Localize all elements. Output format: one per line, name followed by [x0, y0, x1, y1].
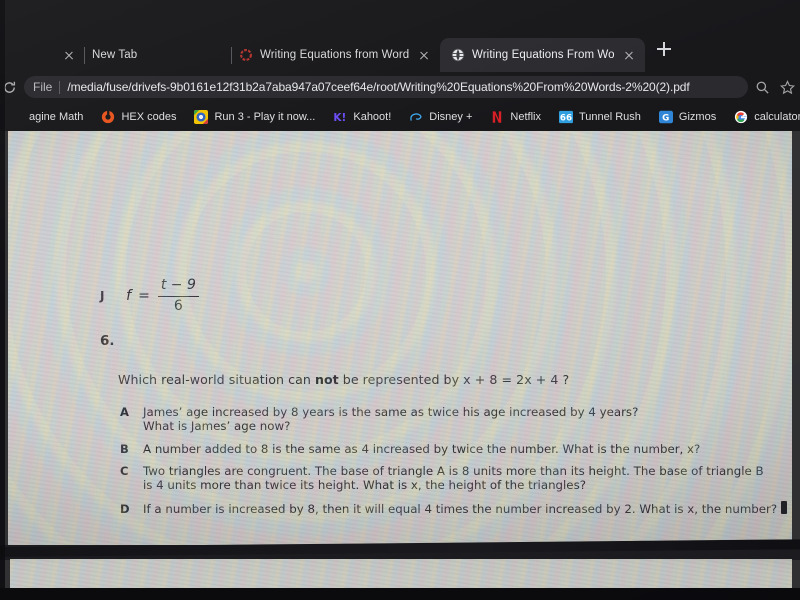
url-text: /media/fuse/drivefs-9b0161e12f31b2a7aba9… [67, 80, 690, 94]
choice-letter: A [120, 405, 129, 419]
svg-text:66: 66 [560, 114, 572, 124]
answer-choice-d: D If a number is increased by 8, then it… [120, 502, 778, 517]
tab-title: New Tab [92, 49, 138, 61]
omnibox-actions [755, 79, 800, 95]
equation-letter: J [100, 289, 105, 304]
choice-letter: B [120, 442, 129, 456]
browser-window: New Tab Writing Equations from Word Pr W… [0, 0, 800, 133]
tab-title: Writing Equations from Word Pr [260, 49, 409, 61]
choice-letter: C [120, 464, 129, 478]
bookmark-hex-codes[interactable]: HEX codes [92, 108, 185, 126]
close-icon[interactable] [621, 47, 637, 63]
choice-text: Two triangles are congruent. The base of… [143, 464, 764, 492]
tab-strip: New Tab Writing Equations from Word Pr W… [0, 26, 800, 72]
globe-icon [451, 48, 465, 62]
choice-text: James’ age increased by 8 years is the s… [143, 405, 639, 433]
scrollbar-thumb[interactable] [781, 501, 787, 514]
imagine-math-icon [9, 110, 23, 124]
omnibox-divider [59, 80, 61, 94]
omnibox-row: File /media/fuse/drivefs-9b0161e12f31b2a… [0, 72, 800, 102]
bookmark-label: Disney + [429, 111, 473, 123]
bookmark-imagine-math[interactable]: agine Math [0, 108, 92, 126]
google-icon [735, 110, 748, 124]
bookmark-label: agine Math [29, 111, 84, 123]
tunnel-rush-icon: 66 [558, 110, 573, 124]
bookmark-label: Gizmos [678, 111, 717, 123]
gizmos-icon: G [658, 110, 673, 124]
bookmark-label: Run 3 - Play it now... [214, 111, 316, 123]
stem-part-2: be represented by x + 8 = 2x + 4 ? [338, 372, 570, 387]
bookmark-label: Kahoot! [353, 111, 392, 123]
bookmark-label: HEX codes [121, 111, 177, 123]
fraction-bar [157, 295, 199, 297]
stem-part-1: Which real-world situation can [118, 372, 315, 387]
choice-text: If a number is increased by 8, then it w… [143, 502, 778, 516]
bookmark-kahoot[interactable]: K! Kahoot! [324, 108, 400, 126]
screen-photo: New Tab Writing Equations from Word Pr W… [0, 0, 800, 600]
red-ring-icon [240, 49, 252, 61]
answer-choice-c: C Two triangles are congruent. The base … [120, 464, 768, 493]
search-icon[interactable] [755, 80, 770, 95]
equation-choice-j: J f = t − 9 6 [100, 277, 199, 315]
choice-text: A number added to 8 is the same as 4 inc… [143, 442, 701, 456]
pdf-page-text: J f = t − 9 6 6. Which real-world situat… [8, 131, 792, 545]
stem-bold-not: not [314, 372, 339, 387]
kahoot-icon: K! [334, 112, 347, 124]
svg-text:G: G [662, 114, 669, 124]
url-scheme-label: File [33, 80, 53, 94]
address-bar[interactable]: File /media/fuse/drivefs-9b0161e12f31b2a… [24, 76, 748, 98]
answer-choice-a: A James’ age increased by 8 years is the… [120, 405, 673, 434]
tab-divider [84, 46, 85, 64]
equation-variable: f [126, 288, 132, 305]
bookmark-label: Tunnel Rush [578, 111, 641, 123]
fraction-numerator: t − 9 [160, 277, 196, 293]
equals-sign: = [138, 288, 150, 305]
fraction-denominator: 6 [173, 297, 183, 314]
browser-tab-writing-equations-word-problems[interactable]: Writing Equations from Word Pr [220, 38, 440, 72]
bookmark-gizmos[interactable]: G Gizmos [650, 108, 725, 126]
bookmark-tunnel-rush[interactable]: 66 Tunnel Rush [550, 108, 650, 126]
svg-text:K!: K! [334, 112, 347, 124]
bookmark-label: calculator [754, 111, 800, 123]
browser-tab-writing-equations-from-words[interactable]: Writing Equations From Words-2 [440, 38, 645, 72]
bookmark-run-3[interactable]: Run 3 - Play it now... [185, 108, 324, 126]
run3-icon [194, 110, 209, 124]
bookmark-disney-plus[interactable]: Disney + [400, 108, 481, 126]
question-number: 6. [100, 333, 115, 349]
new-tab-button[interactable] [651, 36, 677, 62]
tab-title: Writing Equations From Words-2 [472, 49, 614, 61]
close-icon[interactable] [416, 47, 432, 63]
fraction: t − 9 6 [157, 277, 199, 315]
pdf-page-1: J f = t − 9 6 6. Which real-world situat… [8, 131, 792, 545]
hex-codes-icon [102, 110, 115, 124]
tab-divider [231, 46, 232, 64]
question-stem: Which real-world situation can not be re… [118, 372, 569, 387]
bookmark-calculator[interactable]: calculator [725, 108, 800, 126]
bookmarks-bar: agine Math HEX codes Run 3 - Play it now… [0, 104, 800, 130]
bookmark-netflix[interactable]: Netflix [481, 108, 550, 126]
netflix-icon [493, 111, 502, 123]
bookmark-label: Netflix [510, 111, 541, 123]
close-icon[interactable] [61, 47, 77, 63]
browser-tab-new-tab[interactable]: New Tab [50, 38, 220, 72]
bookmark-star-icon[interactable] [780, 79, 795, 95]
disney-plus-icon [410, 113, 422, 121]
pdf-viewer[interactable]: J f = t − 9 6 6. Which real-world situat… [0, 131, 800, 600]
answer-choice-b: B A number added to 8 is the same as 4 i… [120, 442, 768, 457]
screen-bezel-bottom [0, 588, 800, 600]
choice-letter: D [120, 502, 130, 516]
screen-bezel-left [0, 0, 5, 600]
